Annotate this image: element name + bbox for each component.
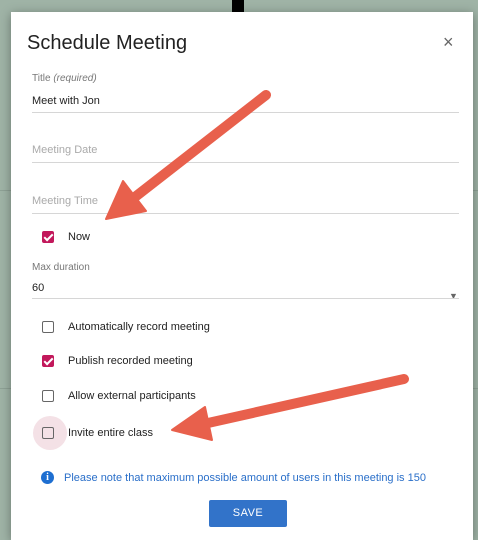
title-input[interactable]: Meet with Jon	[32, 95, 100, 107]
meeting-date-input[interactable]: Meeting Date	[32, 144, 97, 156]
publish-recorded-label: Publish recorded meeting	[68, 355, 193, 367]
now-checkbox-row[interactable]: Now	[42, 229, 90, 245]
max-duration-select[interactable]: 60	[32, 282, 44, 294]
now-checkbox[interactable]	[42, 231, 54, 243]
save-button[interactable]: SAVE	[209, 500, 287, 527]
meeting-time-underline	[32, 213, 459, 214]
now-label: Now	[68, 231, 91, 243]
invite-class-label: Invite entire class	[68, 427, 153, 439]
option-auto-record-row[interactable]: Automatically record meeting	[42, 319, 210, 335]
required-note: (required)	[53, 73, 97, 84]
info-icon: i	[41, 471, 54, 484]
close-icon[interactable]: ×	[443, 32, 454, 53]
option-external-participants-row[interactable]: Allow external participants	[42, 388, 196, 404]
top-marker	[232, 0, 244, 12]
schedule-meeting-dialog: Schedule Meeting × Title (required) Meet…	[11, 12, 473, 540]
dialog-title: Schedule Meeting	[27, 32, 188, 54]
meeting-time-input[interactable]: Meeting Time	[32, 195, 98, 207]
auto-record-checkbox[interactable]	[42, 321, 54, 333]
meeting-date-underline	[32, 162, 459, 163]
title-underline	[32, 112, 459, 113]
auto-record-label: Automatically record meeting	[68, 321, 210, 333]
title-field-label: Title (required)	[32, 73, 97, 84]
option-invite-class-row[interactable]: Invite entire class	[42, 425, 153, 441]
option-publish-recorded-row[interactable]: Publish recorded meeting	[42, 353, 193, 369]
title-label-text: Title	[32, 73, 51, 84]
publish-recorded-checkbox[interactable]	[42, 355, 54, 367]
capacity-info: i Please note that maximum possible amou…	[41, 471, 426, 484]
invite-class-checkbox[interactable]	[42, 427, 54, 439]
capacity-info-text: Please note that maximum possible amount…	[64, 471, 426, 484]
external-participants-label: Allow external participants	[68, 390, 196, 402]
external-participants-checkbox[interactable]	[42, 390, 54, 402]
max-duration-label: Max duration	[32, 262, 90, 273]
chevron-down-icon[interactable]: ▼	[449, 291, 458, 301]
max-duration-underline	[32, 298, 459, 299]
